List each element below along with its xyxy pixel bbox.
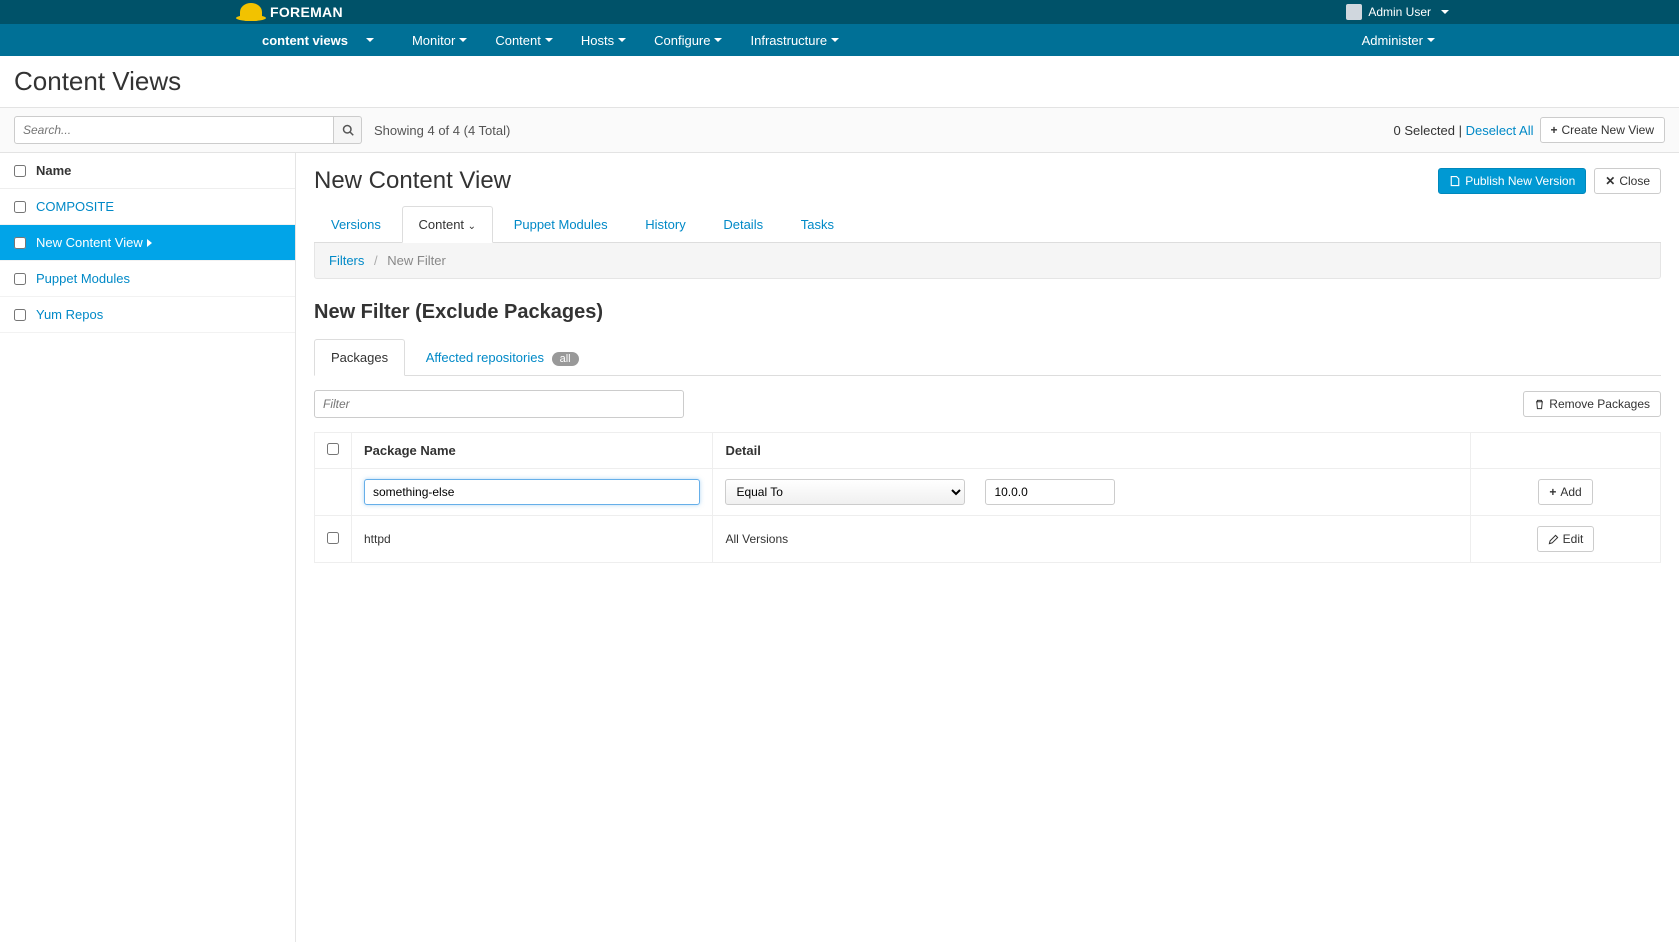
row-checkbox[interactable] (14, 237, 26, 249)
deselect-all-link[interactable]: Deselect All (1466, 123, 1534, 138)
row-checkbox[interactable] (14, 201, 26, 213)
plus-icon: + (1549, 485, 1556, 499)
nav-configure[interactable]: Configure (640, 26, 736, 55)
topbar-left: FOREMAN (240, 3, 343, 21)
operator-select[interactable]: Equal To (725, 479, 965, 505)
tab-versions[interactable]: Versions (314, 206, 398, 242)
affected-badge: all (552, 352, 579, 366)
search-wrap (14, 116, 362, 144)
caret-down-icon (366, 38, 374, 42)
nav-monitor[interactable]: Monitor (398, 26, 481, 55)
sidebar-item-label[interactable]: Puppet Modules (36, 271, 130, 286)
brand: FOREMAN (270, 4, 343, 20)
close-button[interactable]: ✕Close (1594, 168, 1661, 194)
main-title: New Content View (314, 167, 511, 195)
sidebar-item-yum-repos[interactable]: Yum Repos (0, 297, 295, 333)
packages-table: Package Name Detail Equal To (314, 432, 1661, 563)
sidebar-item-label[interactable]: Yum Repos (36, 307, 103, 322)
nav-infrastructure[interactable]: Infrastructure (736, 26, 853, 55)
row-checkbox[interactable] (14, 309, 26, 321)
toolbar: Showing 4 of 4 (4 Total) 0 Selected | De… (0, 108, 1679, 153)
sidebar-item-composite[interactable]: COMPOSITE (0, 189, 295, 225)
selected-count: 0 Selected | Deselect All (1394, 123, 1534, 138)
nav-context[interactable]: content views (248, 26, 362, 55)
search-icon (342, 124, 354, 136)
filter-bar: Remove Packages (314, 376, 1661, 432)
page-title-bar: Content Views (0, 56, 1679, 108)
select-all-checkbox[interactable] (14, 165, 26, 177)
showing-text: Showing 4 of 4 (4 Total) (374, 123, 510, 138)
list-header: Name (0, 153, 295, 189)
caret-down-icon (459, 38, 467, 42)
main: New Content View Publish New Version ✕Cl… (296, 153, 1679, 942)
edit-package-button[interactable]: Edit (1537, 526, 1595, 552)
row-checkbox[interactable] (14, 273, 26, 285)
breadcrumb-current: New Filter (387, 253, 446, 268)
nav-administer[interactable]: Administer (1348, 26, 1449, 55)
caret-down-icon (545, 38, 553, 42)
breadcrumb-sep: / (368, 253, 384, 268)
tab-puppet-modules[interactable]: Puppet Modules (497, 206, 625, 242)
package-name-input[interactable] (364, 479, 700, 505)
add-package-button[interactable]: +Add (1538, 479, 1592, 505)
section-title: New Filter (Exclude Packages) (314, 301, 1661, 324)
sidebar-item-label[interactable]: COMPOSITE (36, 199, 114, 214)
table-row: httpd All Versions Edit (315, 516, 1661, 563)
cell-package-name: httpd (352, 516, 713, 563)
page-title: Content Views (14, 66, 1665, 97)
caret-down-icon (714, 38, 722, 42)
user-name: Admin User (1368, 5, 1431, 19)
tab-history[interactable]: History (628, 206, 702, 242)
caret-down-icon (618, 38, 626, 42)
topbar: FOREMAN Admin User (0, 0, 1679, 24)
main-header: New Content View Publish New Version ✕Cl… (314, 167, 1661, 195)
logo-icon (240, 3, 262, 21)
new-package-row: Equal To +Add (315, 469, 1661, 516)
filter-input[interactable] (314, 390, 684, 418)
sidebar-item-label[interactable]: New Content View (36, 235, 152, 250)
tab-tasks[interactable]: Tasks (784, 206, 851, 242)
cell-detail: All Versions (713, 516, 1471, 563)
sidebar-item-new-content-view[interactable]: New Content View (0, 225, 295, 261)
caret-down-icon (1427, 38, 1435, 42)
avatar-icon (1346, 4, 1362, 20)
select-all-packages-checkbox[interactable] (327, 443, 339, 455)
th-actions (1471, 433, 1661, 469)
trash-icon (1534, 399, 1545, 410)
edit-icon (1548, 534, 1559, 545)
subtabs: Packages Affected repositories all (314, 338, 1661, 376)
th-detail: Detail (713, 433, 1471, 469)
tab-details[interactable]: Details (706, 206, 780, 242)
chevron-right-icon (147, 239, 152, 247)
nav-hosts[interactable]: Hosts (567, 26, 640, 55)
tabs: Versions Content ⌄ Puppet Modules Histor… (314, 205, 1661, 243)
version-input[interactable] (985, 479, 1115, 505)
search-button[interactable] (334, 116, 362, 144)
search-input[interactable] (14, 116, 334, 144)
navbar: content views Monitor Content Hosts Conf… (0, 24, 1679, 56)
plus-icon: + (1551, 123, 1558, 137)
user-menu[interactable]: Admin User (1346, 4, 1449, 20)
publish-new-version-button[interactable]: Publish New Version (1438, 168, 1586, 194)
close-icon: ✕ (1605, 174, 1615, 188)
th-package-name: Package Name (352, 433, 713, 469)
subtab-affected-repositories[interactable]: Affected repositories all (409, 339, 596, 375)
create-new-view-button[interactable]: +Create New View (1540, 117, 1666, 143)
th-checkbox (315, 433, 352, 469)
sidebar: Name COMPOSITE New Content View Puppet M… (0, 153, 296, 942)
publish-icon (1449, 175, 1461, 187)
row-checkbox[interactable] (327, 532, 339, 544)
caret-down-icon (831, 38, 839, 42)
nav-context-caret[interactable] (362, 31, 388, 49)
subtab-packages[interactable]: Packages (314, 339, 405, 376)
breadcrumb-filters-link[interactable]: Filters (329, 253, 364, 268)
list-header-name: Name (36, 163, 71, 178)
remove-packages-button[interactable]: Remove Packages (1523, 391, 1661, 417)
nav-content[interactable]: Content (481, 26, 567, 55)
sidebar-item-puppet-modules[interactable]: Puppet Modules (0, 261, 295, 297)
tab-content[interactable]: Content ⌄ (402, 206, 494, 243)
breadcrumb: Filters / New Filter (314, 243, 1661, 279)
chevron-down-icon: ⌄ (468, 221, 476, 232)
caret-down-icon (1441, 10, 1449, 14)
